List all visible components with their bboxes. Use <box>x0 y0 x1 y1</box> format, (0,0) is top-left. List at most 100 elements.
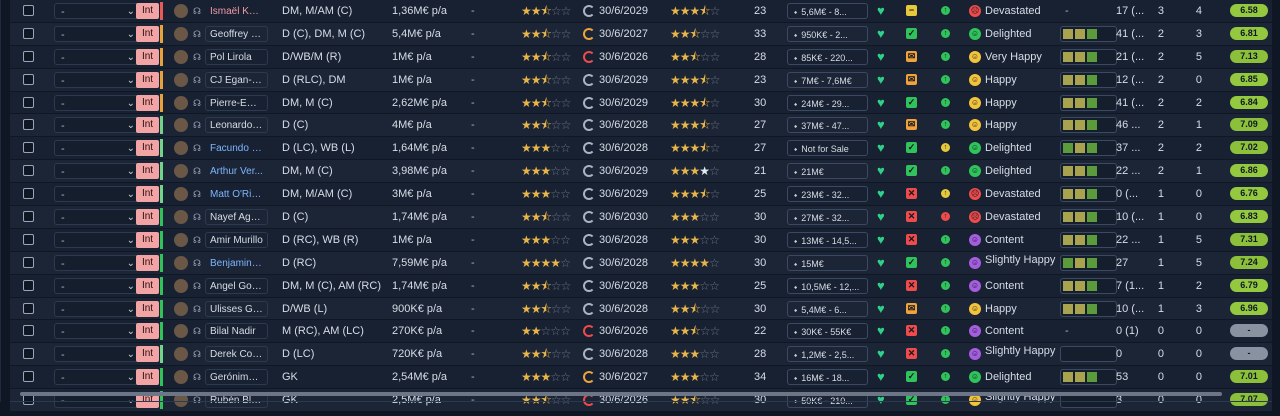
row-checkbox[interactable] <box>23 5 34 16</box>
table-row[interactable]: - ⌄ Int ☊ Leonardo B... D (C) 4M€ p/a - ★★⯪☆☆ 30/… <box>10 114 1272 138</box>
transfer-value[interactable]: ⬩ 30K€ - 55K€ <box>787 323 868 340</box>
player-name[interactable]: Gerónimo ... <box>205 369 268 386</box>
table-row[interactable]: - ⌄ Int ☊ Arthur Ver... DM, M (C) 3,98M€ p/a - ★… <box>10 160 1272 184</box>
row-checkbox[interactable] <box>23 188 34 200</box>
player-name[interactable]: Amir Murillo <box>205 231 268 248</box>
horizontal-scrollbar[interactable] <box>20 392 1222 396</box>
row-select[interactable]: -⌄ <box>54 71 140 88</box>
row-select[interactable]: -⌄ <box>54 369 140 386</box>
row-select[interactable]: -⌄ <box>54 25 140 42</box>
player-name[interactable]: Ismaël Koné <box>205 3 268 19</box>
table-row[interactable]: - ⌄ Int ☊ Matt O'Riley DM, M/AM (C) 3M€ p/a - ★★… <box>10 183 1272 207</box>
transfer-value[interactable]: ⬩ 13M€ - 14,5... <box>787 231 868 248</box>
row-checkbox[interactable] <box>23 142 34 154</box>
row-select[interactable]: -⌄ <box>54 48 140 65</box>
transfer-value[interactable]: ⬩ Not for Sale <box>787 140 868 157</box>
row-checkbox[interactable] <box>23 279 34 291</box>
row-checkbox[interactable] <box>23 325 34 337</box>
player-name[interactable]: CJ Egan-Ril... <box>205 71 268 88</box>
row-checkbox[interactable] <box>23 233 34 245</box>
transfer-value[interactable]: ⬩ 23M€ - 32... <box>787 186 868 203</box>
transfer-value[interactable]: ⬩ 21M€ <box>787 163 868 180</box>
player-name[interactable]: Nayef Ague... <box>205 209 268 226</box>
player-name[interactable]: Geoffrey Ko... <box>205 25 268 42</box>
player-name[interactable]: Pol Lirola <box>205 48 268 65</box>
row-select[interactable]: -⌄ <box>54 231 140 248</box>
player-morale: Delighted <box>985 371 1032 384</box>
transfer-value[interactable]: ⬩ 5,4M€ - 6... <box>787 300 868 317</box>
ability-stars: ★★★☆☆ <box>521 141 571 156</box>
player-name[interactable]: Leonardo B... <box>205 117 268 134</box>
table-row[interactable]: - ⌄ Int ☊ Facundo M... D (LC), WB (L) 1,64M€ p… <box>10 137 1272 161</box>
row-checkbox[interactable] <box>23 27 34 39</box>
transfer-value[interactable]: ⬩ 37M€ - 47... <box>787 117 868 134</box>
row-select[interactable]: -⌄ <box>54 3 140 19</box>
potential-stars: ★★★☆☆ <box>670 278 720 293</box>
row-select[interactable]: -⌄ <box>54 186 140 203</box>
headset-icon: ☊ <box>193 257 201 268</box>
table-row[interactable]: - ⌄ Int ☊ Angel Gom... DM, M (C), AM (RC) 1,74… <box>10 274 1272 298</box>
price-tag-icon: ⬩ <box>794 350 798 361</box>
empty-cell: - <box>471 50 475 63</box>
panel-left-edge <box>0 0 1 402</box>
table-row[interactable]: - ⌄ Int ☊ Derek Corn... D (LC) 720K€ p/a - ★★⯪☆☆… <box>10 343 1272 367</box>
table-row[interactable]: - ⌄ Int ☊ Pol Lirola D/WB/M (R) 1M€ p/a - ★★⯪☆☆ 3… <box>10 45 1272 69</box>
player-name[interactable]: Arthur Ver... <box>205 163 268 179</box>
transfer-value[interactable]: ⬩ 10,5M€ - 12,... <box>787 277 868 294</box>
row-checkbox[interactable] <box>23 96 34 108</box>
player-name[interactable]: Benjamin P... <box>205 255 268 271</box>
player-name[interactable]: Facundo M... <box>205 140 268 156</box>
row-select[interactable]: -⌄ <box>54 117 140 134</box>
player-name[interactable]: Ulisses Gar... <box>205 300 268 317</box>
player-name[interactable]: Derek Corn... <box>205 346 268 363</box>
transfer-value[interactable]: ⬩ 950K€ - 2... <box>787 25 868 42</box>
row-checkbox[interactable] <box>23 165 34 177</box>
transfer-value[interactable]: ⬩ 15M€ <box>787 254 868 271</box>
transfer-value[interactable]: ⬩ 5,6M€ - 8... <box>787 3 868 19</box>
row-select[interactable]: -⌄ <box>54 163 140 180</box>
table-row[interactable]: - ⌄ Int ☊ Pierre-Emil... DM, M (C) 2,62M€ p/a -… <box>10 91 1272 115</box>
transfer-value[interactable]: ⬩ 1,2M€ - 2,5... <box>787 346 868 363</box>
row-checkbox[interactable] <box>23 211 34 223</box>
player-name[interactable]: Pierre-Emil... <box>205 94 268 111</box>
table-row[interactable]: - ⌄ Int ☊ Gerónimo ... GK 2,54M€ p/a - ★★★☆☆ 30/6… <box>10 366 1272 390</box>
row-checkbox[interactable] <box>23 302 34 314</box>
player-name[interactable]: Bilal Nadir <box>205 323 268 340</box>
player-name[interactable]: Angel Gom... <box>205 277 268 294</box>
player-morale: Happy <box>985 73 1017 86</box>
row-select[interactable]: -⌄ <box>54 254 140 271</box>
row-checkbox[interactable] <box>23 348 34 360</box>
row-select[interactable]: -⌄ <box>54 300 140 317</box>
row-select[interactable]: -⌄ <box>54 209 140 226</box>
transfer-value[interactable]: ⬩ 16M€ - 18... <box>787 369 868 386</box>
table-row[interactable]: - ⌄ Int ☊ Geoffrey Ko... D (C), DM, M (C) 5,4M… <box>10 22 1272 46</box>
heart-icon: ♥ <box>877 186 885 202</box>
row-checkbox[interactable] <box>23 119 34 131</box>
form-history: - <box>1065 325 1069 338</box>
row-checkbox[interactable] <box>23 371 34 383</box>
transfer-value[interactable]: ⬩ 85K€ - 220... <box>787 48 868 65</box>
transfer-value[interactable]: ⬩ 24M€ - 29... <box>787 94 868 111</box>
row-select[interactable]: -⌄ <box>54 140 140 157</box>
row-select[interactable]: -⌄ <box>54 277 140 294</box>
status-bar <box>160 368 163 387</box>
table-row[interactable]: - ⌄ Int ☊ Bilal Nadir M (RC), AM (LC) 270K€ p/… <box>10 320 1272 344</box>
player-wage: 7,59M€ p/a <box>392 256 448 269</box>
table-row[interactable]: - ⌄ Int ☊ Benjamin P... D (RC) 7,59M€ p/a - ★★★★… <box>10 251 1272 275</box>
row-select[interactable]: -⌄ <box>54 323 140 340</box>
table-row[interactable]: - ⌄ Int ☊ Ulisses Gar... D/WB (L) 900K€ p/a - ★★… <box>10 297 1272 321</box>
transfer-value[interactable]: ⬩ 27M€ - 32... <box>787 209 868 226</box>
table-row[interactable]: - ⌄ Int ☊ Amir Murillo D (RC), WB (R) 1M€ p/a -… <box>10 228 1272 252</box>
row-checkbox[interactable] <box>23 256 34 268</box>
row-checkbox[interactable] <box>23 50 34 62</box>
table-row[interactable]: - ⌄ Int ☊ Nayef Ague... D (C) 1,74M€ p/a - ★★⯪☆☆… <box>10 206 1272 229</box>
transfer-value[interactable]: ⬩ 7M€ - 7,6M€ <box>787 71 868 88</box>
table-row[interactable]: - ⌄ Int ☊ Ismaël Koné DM, M/AM (C) 1,36M€ p/a -… <box>10 0 1272 23</box>
row-select[interactable]: -⌄ <box>54 346 140 363</box>
fitness-dot-icon: ↑ <box>941 166 950 176</box>
potential-stars: ★★⯪☆☆ <box>670 301 720 316</box>
row-select[interactable]: -⌄ <box>54 94 140 111</box>
table-row[interactable]: - ⌄ Int ☊ CJ Egan-Ril... D (RLC), DM 1M€ p/a - ★… <box>10 68 1272 92</box>
player-name[interactable]: Matt O'Riley <box>205 186 268 202</box>
row-checkbox[interactable] <box>23 73 34 85</box>
